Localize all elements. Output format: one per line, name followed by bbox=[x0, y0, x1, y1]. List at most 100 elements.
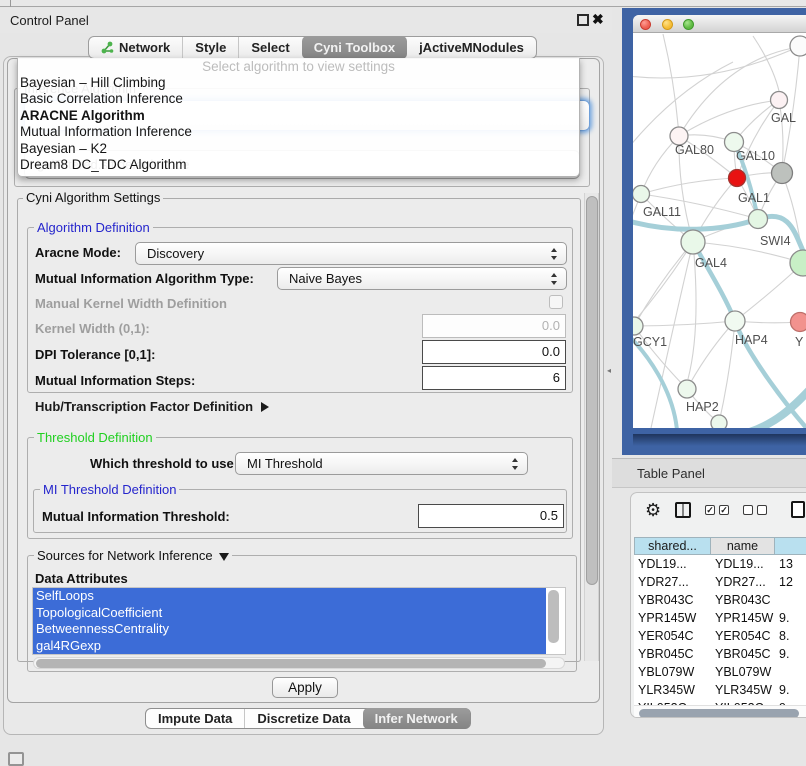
network-edge[interactable] bbox=[633, 242, 693, 332]
select-all-checkbox-icon[interactable]: ✓ bbox=[705, 505, 715, 515]
deselect-checkbox-icon[interactable] bbox=[743, 505, 753, 515]
network-edge[interactable] bbox=[753, 36, 779, 91]
table-cell: 13 bbox=[775, 555, 806, 573]
network-node-GCY1[interactable] bbox=[633, 317, 643, 335]
attributes-scrollbar-thumb[interactable] bbox=[548, 590, 559, 643]
table-cell: YBL079W bbox=[711, 663, 775, 681]
mi-threshold-input[interactable]: 0.5 bbox=[418, 504, 564, 528]
settings-scrollbar-thumb[interactable] bbox=[586, 196, 598, 585]
mi-steps-label: Mutual Information Steps: bbox=[35, 373, 195, 388]
close-panel-icon[interactable]: ✖ bbox=[592, 11, 604, 28]
network-node-GAL4[interactable] bbox=[681, 230, 705, 254]
table-hscrollbar[interactable] bbox=[634, 705, 806, 718]
algorithm-option[interactable]: Basic Correlation Inference bbox=[20, 91, 192, 107]
table-body: YDL19...YDL19...13YDR27...YDR27...12YBR0… bbox=[634, 555, 806, 717]
table-hscrollbar-thumb[interactable] bbox=[639, 709, 799, 718]
network-node-bottom-small[interactable] bbox=[711, 415, 727, 428]
aracne-mode-combo[interactable]: Discovery bbox=[135, 242, 567, 265]
dpi-tolerance-input[interactable]: 0.0 bbox=[422, 340, 566, 364]
network-edge[interactable] bbox=[634, 321, 735, 326]
table-row[interactable]: YDL19...YDL19...13 bbox=[634, 555, 806, 573]
gear-icon[interactable]: ⚙ bbox=[645, 500, 661, 521]
network-node-SWI4[interactable] bbox=[749, 210, 768, 229]
tab-impute-data[interactable]: Impute Data bbox=[146, 709, 244, 728]
tab-discretize-data[interactable]: Discretize Data bbox=[244, 709, 362, 728]
bottom-left-icon[interactable] bbox=[8, 752, 24, 766]
network-edge-highlighted[interactable] bbox=[743, 386, 806, 428]
attribute-item[interactable]: BetweennessCentrality bbox=[33, 621, 546, 638]
algorithm-list: Bayesian – Hill ClimbingBasic Correlatio… bbox=[20, 75, 192, 173]
network-edge[interactable] bbox=[679, 100, 779, 136]
table-row[interactable]: YER054CYER054C8. bbox=[634, 627, 806, 645]
table-cell bbox=[775, 663, 806, 681]
network-edge[interactable] bbox=[633, 46, 800, 78]
network-node-top-right[interactable] bbox=[790, 36, 806, 56]
algorithm-option[interactable]: ARACNE Algorithm bbox=[20, 108, 192, 124]
network-edge[interactable] bbox=[641, 178, 737, 194]
table-row[interactable]: YBR043CYBR043C bbox=[634, 591, 806, 609]
network-edge[interactable] bbox=[663, 34, 679, 136]
algorithm-option[interactable]: Bayesian – Hill Climbing bbox=[20, 75, 192, 91]
attributes-hscrollbar-thumb[interactable] bbox=[36, 659, 546, 668]
algorithm-option[interactable]: Bayesian – K2 bbox=[20, 141, 192, 157]
table-cell: 12 bbox=[775, 573, 806, 591]
mi-steps-input[interactable]: 6 bbox=[422, 366, 566, 390]
apply-button[interactable]: Apply bbox=[272, 677, 338, 698]
splitter-collapse-icon[interactable]: ◂ bbox=[607, 366, 611, 375]
manual-kernel-checkbox[interactable] bbox=[549, 295, 563, 309]
bottom-tabs: Impute DataDiscretize DataInfer Network bbox=[145, 708, 471, 729]
algorithm-option[interactable]: Mutual Information Inference bbox=[20, 124, 192, 140]
select-all-checkbox-icon2: ✓ bbox=[719, 505, 729, 515]
deselect-checkbox-icon2 bbox=[757, 505, 767, 515]
column-header[interactable] bbox=[775, 537, 806, 555]
node-label: Y bbox=[795, 335, 804, 349]
close-window-icon[interactable] bbox=[640, 19, 651, 30]
tab-jactivemnodules[interactable]: jActiveMNodules bbox=[407, 37, 536, 58]
network-window-titlebar[interactable] bbox=[633, 15, 806, 33]
network-node-gray-node[interactable] bbox=[772, 163, 793, 184]
node-label: HAP2 bbox=[686, 400, 719, 414]
table-row[interactable]: YBR045CYBR045C9. bbox=[634, 645, 806, 663]
which-threshold-label: Which threshold to use: bbox=[90, 456, 238, 471]
columns-icon[interactable] bbox=[675, 502, 691, 518]
sources-title[interactable]: Sources for Network Inference bbox=[34, 548, 232, 563]
table-cell bbox=[775, 591, 806, 609]
attribute-item[interactable]: gal4RGexp bbox=[33, 638, 546, 655]
network-edge[interactable] bbox=[782, 46, 800, 173]
float-panel-icon[interactable] bbox=[577, 14, 589, 26]
tab-network[interactable]: Network bbox=[89, 37, 182, 58]
algorithm-option[interactable]: Dream8 DC_TDC Algorithm bbox=[20, 157, 192, 173]
table-row[interactable]: YPR145WYPR145W9. bbox=[634, 609, 806, 627]
mi-type-combo[interactable]: Naive Bayes bbox=[277, 267, 567, 290]
data-attributes-list[interactable]: SelfLoopsTopologicalCoefficientBetweenne… bbox=[32, 587, 566, 655]
table-row[interactable]: YLR345WYLR345W9. bbox=[634, 681, 806, 699]
table-row[interactable]: YDR27...YDR27...12 bbox=[634, 573, 806, 591]
network-node-pink-top[interactable] bbox=[771, 92, 788, 109]
table-row[interactable]: YBL079WYBL079W bbox=[634, 663, 806, 681]
zoom-window-icon[interactable] bbox=[683, 19, 694, 30]
minimize-window-icon[interactable] bbox=[662, 19, 673, 30]
aracne-mode-value: Discovery bbox=[147, 243, 566, 264]
export-table-icon[interactable] bbox=[791, 501, 805, 518]
kernel-width-input[interactable]: 0.0 bbox=[422, 314, 566, 338]
network-node-GAL1[interactable] bbox=[729, 170, 746, 187]
tab-label: Select bbox=[251, 40, 289, 55]
tab-style[interactable]: Style bbox=[182, 37, 238, 58]
network-node-HAP4[interactable] bbox=[725, 311, 745, 331]
network-canvas[interactable]: GALGAL80GAL10GAL1GAL11SWI4GAL4GCY1HAP4YH… bbox=[633, 34, 806, 428]
hub-definition-toggle[interactable]: Hub/Transcription Factor Definition bbox=[35, 399, 269, 414]
tab-infer-network[interactable]: Infer Network bbox=[363, 708, 470, 729]
network-node-big-right[interactable] bbox=[790, 250, 806, 276]
attribute-item[interactable]: SelfLoops bbox=[33, 588, 546, 605]
table-cell: YLR345W bbox=[634, 681, 711, 699]
which-threshold-combo[interactable]: MI Threshold bbox=[235, 452, 528, 475]
network-node-pink-right[interactable] bbox=[791, 313, 806, 332]
column-header[interactable]: shared... bbox=[634, 537, 711, 555]
network-node-GAL11[interactable] bbox=[633, 186, 650, 203]
tab-select[interactable]: Select bbox=[238, 37, 301, 58]
network-node-HAP2[interactable] bbox=[678, 380, 696, 398]
tab-cyni-toolbox[interactable]: Cyni Toolbox bbox=[302, 36, 407, 59]
attribute-item[interactable]: TopologicalCoefficient bbox=[33, 605, 546, 622]
column-header[interactable]: name bbox=[711, 537, 775, 555]
dpi-tolerance-label: DPI Tolerance [0,1]: bbox=[35, 347, 155, 362]
